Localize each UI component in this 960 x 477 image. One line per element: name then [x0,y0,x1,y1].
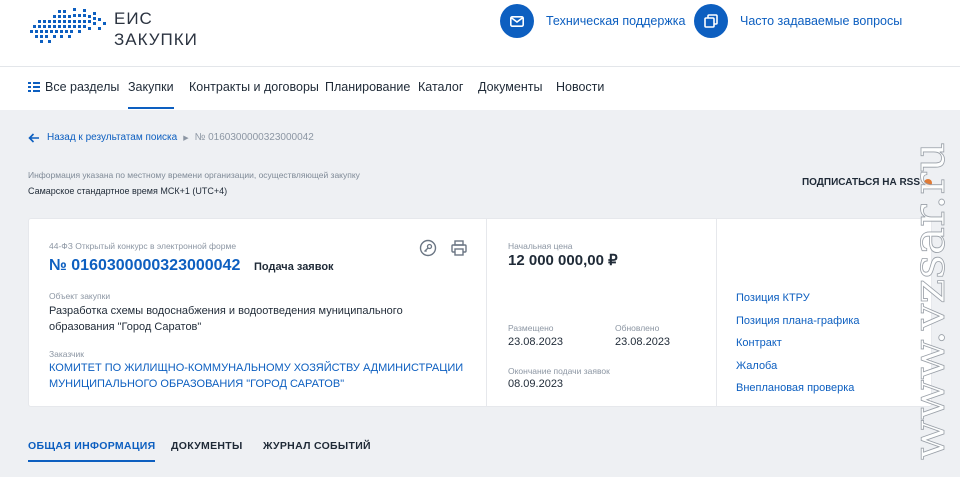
placed-date: 23.08.2023 [508,336,564,348]
nav-item-planning[interactable]: Планирование [325,80,410,94]
link-plan-schedule-position[interactable]: Позиция плана-графика [736,310,860,333]
deadline-label: Окончание подачи заявок [508,366,610,376]
customer-label: Заказчик [49,349,84,359]
column-divider [486,219,487,406]
object-label: Объект закупки [49,291,111,301]
tab-general-info[interactable]: ОБЩАЯ ИНФОРМАЦИЯ [28,440,156,462]
object-text: Разработка схемы водоснабжения и водоотв… [49,305,403,333]
placed-label: Размещено [508,323,554,333]
tab-documents[interactable]: ДОКУМЕНТЫ [171,440,243,452]
price-value: 12 000 000,00 ₽ [508,252,618,269]
faq-button[interactable]: Часто задаваемые вопросы [694,4,902,38]
faq-label: Часто задаваемые вопросы [740,14,903,28]
nav-item-documents[interactable]: Документы [478,80,542,94]
column-divider [716,219,717,406]
watermark: www.vzsar.ru [904,142,956,460]
nav-item-contracts[interactable]: Контракты и договоры [189,80,319,94]
timezone-note: Информация указана по местному времени о… [28,170,360,180]
procurement-status: Подача заявок [254,261,334,273]
price-label: Начальная цена [508,241,573,251]
customer-link[interactable]: КОМИТЕТ ПО ЖИЛИЩНО-КОММУНАЛЬНОМУ ХОЗЯЙСТ… [49,360,469,392]
related-links: Позиция КТРУ Позиция плана-графика Контр… [736,287,860,400]
link-complaint[interactable]: Жалоба [736,355,860,378]
sections-icon [28,82,40,92]
logo-text[interactable]: ЕИС ЗАКУПКИ [114,8,198,50]
mail-icon [500,4,534,38]
logo-line-1: ЕИС [114,9,153,28]
updated-date: 23.08.2023 [615,336,671,348]
procurement-type: 44-ФЗ Открытый конкурс в электронной фор… [49,241,237,251]
procurement-number[interactable]: № 0160300000323000042 [49,257,240,275]
nav-item-catalog[interactable]: Каталог [418,80,463,94]
nav-item-news[interactable]: Новости [556,80,604,94]
back-to-results-link[interactable]: Назад к результатам поиска [47,132,177,143]
procurement-card: 44-ФЗ Открытый конкурс в электронной фор… [28,218,932,407]
arrow-left-icon[interactable] [28,132,40,143]
link-ktru-position[interactable]: Позиция КТРУ [736,287,860,310]
link-unscheduled-inspection[interactable]: Внеплановая проверка [736,377,860,400]
key-icon[interactable] [419,239,437,257]
breadcrumb: Назад к результатам поиска ▶ № 016030000… [28,132,314,143]
watermark-text: www.vzsar.ru [904,142,955,460]
print-icon[interactable] [450,239,468,257]
main-nav: Все разделы Закупки Контракты и договоры… [0,66,960,110]
support-button[interactable]: Техническая поддержка [500,4,685,38]
tab-event-log[interactable]: ЖУРНАЛ СОБЫТИЙ [263,440,371,452]
deadline-date: 08.09.2023 [508,378,564,390]
nav-all-sections[interactable]: Все разделы [28,80,119,94]
support-label: Техническая поддержка [546,14,686,28]
top-header: ЕИС ЗАКУПКИ Техническая поддержка Часто … [0,0,960,66]
nav-all-sections-label: Все разделы [45,80,120,94]
nav-item-purchases[interactable]: Закупки [128,80,174,109]
breadcrumb-separator-icon: ▶ [183,134,189,142]
updated-label: Обновлено [615,323,660,333]
link-contract[interactable]: Контракт [736,332,860,355]
timezone-value: Самарское стандартное время МСК+1 (UTC+4… [28,186,228,196]
breadcrumb-current: № 0160300000323000042 [194,132,314,143]
logo-line-2: ЗАКУПКИ [114,30,198,49]
windows-icon [694,4,728,38]
logo-russia-map-icon[interactable] [28,6,112,48]
